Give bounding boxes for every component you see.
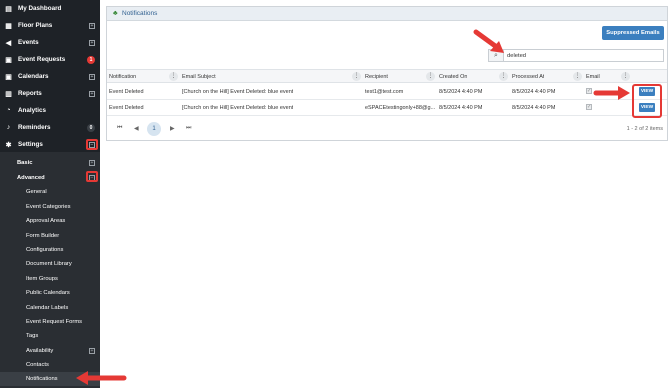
nav-calendars[interactable]: ▣ Calendars + (0, 68, 100, 85)
row-notification: Event Deleted (109, 89, 144, 95)
nav-configurations[interactable]: Configurations (0, 243, 100, 257)
column-menu-icon[interactable]: ⋮ (573, 72, 582, 81)
row-recipient: test1@test.com (365, 89, 404, 95)
bell-icon: ♣ (113, 10, 118, 17)
nav-tags[interactable]: Tags (0, 329, 100, 343)
row-created: 8/5/2024 4:40 PM (439, 89, 483, 95)
nav-basic[interactable]: Basic + (0, 156, 100, 170)
event-requests-badge: 1 (87, 55, 95, 64)
column-menu-icon[interactable]: ⋮ (169, 72, 178, 81)
first-page-icon[interactable]: ⏮ (117, 125, 122, 132)
col-recipient[interactable]: Recipient (365, 74, 388, 80)
row-processed: 8/5/2024 4:40 PM (512, 89, 556, 95)
nav-events[interactable]: ◀ Events + (0, 34, 100, 51)
column-menu-icon[interactable]: ⋮ (352, 72, 361, 81)
nav-reports[interactable]: ▥ Reports + (0, 85, 100, 102)
col-email[interactable]: Email (586, 74, 600, 80)
gear-icon: ✱ (5, 141, 12, 149)
nav-event-categories[interactable]: Event Categories (0, 200, 100, 214)
expand-icon[interactable]: + (89, 348, 95, 354)
nav-general[interactable]: General (0, 185, 100, 199)
grid-header: Notification ⋮ Email Subject ⋮ Recipient… (107, 69, 667, 83)
table-row: Event Deleted [Church on the Hill] Event… (107, 84, 667, 100)
next-page-icon[interactable]: ▶ (170, 125, 175, 132)
view-highlight-box (632, 84, 662, 118)
nav-reminders[interactable]: ♪ Reminders 0 (0, 119, 100, 136)
advanced-highlight-box (86, 171, 98, 182)
panel-header: ♣ Notifications (107, 7, 667, 21)
page-title: Notifications (122, 10, 158, 17)
nav-approval-areas[interactable]: Approval Areas (0, 214, 100, 228)
floor-plan-icon: ▦ (5, 22, 12, 30)
search-arrow-icon (473, 29, 504, 53)
expand-icon[interactable]: + (89, 90, 95, 97)
nav-form-builder[interactable]: Form Builder (0, 229, 100, 243)
notifications-panel: ♣ Notifications Suppressed Emails ⌕ Noti… (106, 6, 668, 141)
nav-advanced[interactable]: Advanced − (0, 171, 100, 185)
row-processed: 8/5/2024 4:40 PM (512, 105, 556, 111)
pager-info: 1 - 2 of 2 items (626, 126, 663, 132)
nav-event-request-forms[interactable]: Event Request Forms (0, 315, 100, 329)
nav-public-calendars[interactable]: Public Calendars (0, 286, 100, 300)
col-notification[interactable]: Notification (109, 74, 136, 80)
row-recipient: eSPACEtestingonly+88@g... (365, 105, 436, 111)
expand-icon[interactable]: + (89, 22, 95, 29)
nav-availability[interactable]: Availability + (0, 344, 100, 358)
nav-settings[interactable]: ✱ Settings − (0, 136, 100, 153)
email-checkbox: ✓ (586, 104, 592, 110)
notifications-arrow-icon (76, 371, 127, 385)
reminders-badge: 0 (87, 123, 95, 132)
nav-analytics[interactable]: ◔ Analytics (0, 102, 100, 119)
pager: ⏮ ◀ 1 ▶ ⏭ 1 - 2 of 2 items (107, 122, 667, 138)
row-notification: Event Deleted (109, 105, 144, 111)
calendar-icon: ▣ (5, 73, 12, 81)
calendar-request-icon: ▣ (5, 56, 12, 64)
row-subject: [Church on the Hill] Event Deleted: blue… (182, 89, 294, 95)
view-arrow-icon (593, 86, 630, 100)
row-subject: [Church on the Hill] Event Deleted: blue… (182, 105, 294, 111)
last-page-icon[interactable]: ⏭ (186, 125, 191, 132)
nav-event-requests[interactable]: ▣ Event Requests 1 (0, 51, 100, 68)
reports-icon: ▥ (5, 90, 12, 98)
nav-floor-plans[interactable]: ▦ Floor Plans + (0, 17, 100, 34)
column-menu-icon[interactable]: ⋮ (621, 72, 630, 81)
dashboard-icon: ▤ (5, 5, 12, 13)
expand-icon[interactable]: + (89, 160, 95, 166)
bell-icon: ♪ (6, 124, 11, 131)
search-input[interactable] (507, 51, 657, 60)
row-created: 8/5/2024 4:40 PM (439, 105, 483, 111)
expand-icon[interactable]: + (89, 73, 95, 80)
prev-page-icon[interactable]: ◀ (134, 125, 139, 132)
suppressed-emails-button[interactable]: Suppressed Emails (602, 26, 664, 40)
settings-highlight-box (86, 139, 98, 150)
column-menu-icon[interactable]: ⋮ (426, 72, 435, 81)
nav-item-groups[interactable]: Item Groups (0, 272, 100, 286)
nav-my-dashboard[interactable]: ▤ My Dashboard (0, 0, 100, 17)
col-email-subject[interactable]: Email Subject (182, 74, 216, 80)
col-processed-at[interactable]: Processed At (512, 74, 544, 80)
nav-calendar-labels[interactable]: Calendar Labels (0, 301, 100, 315)
table-row: Event Deleted [Church on the Hill] Event… (107, 100, 667, 116)
settings-submenu: Basic + Advanced − General Event Categor… (0, 152, 100, 388)
megaphone-icon: ◀ (5, 39, 12, 47)
nav-document-library[interactable]: Document Library (0, 257, 100, 271)
sidebar: ▤ My Dashboard ▦ Floor Plans + ◀ Events … (0, 0, 100, 388)
column-menu-icon[interactable]: ⋮ (499, 72, 508, 81)
expand-icon[interactable]: + (89, 39, 95, 46)
search-box: ⌕ (488, 49, 664, 62)
col-created-on[interactable]: Created On (439, 74, 467, 80)
analytics-icon: ◔ (6, 107, 11, 114)
current-page[interactable]: 1 (147, 122, 161, 136)
